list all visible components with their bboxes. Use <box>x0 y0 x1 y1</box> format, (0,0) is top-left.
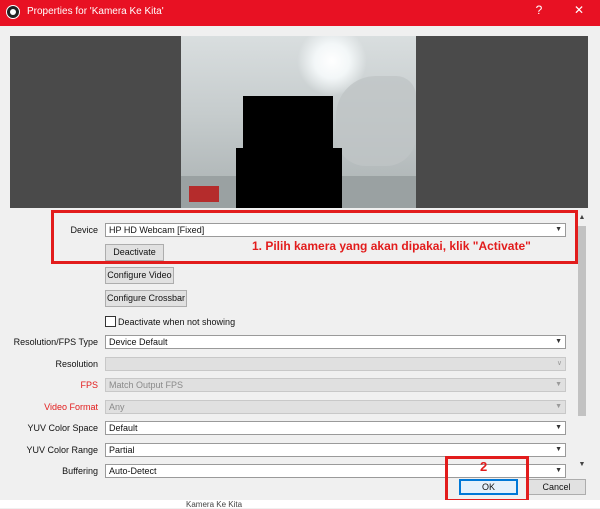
chevron-down-icon: ▼ <box>555 467 562 474</box>
resolution-label: Resolution <box>55 359 98 369</box>
chevron-down-icon: ▼ <box>555 381 562 388</box>
chevron-down-icon: ∨ <box>556 360 562 367</box>
buffering-value: Auto-Detect <box>109 466 157 476</box>
redaction-block-bottom <box>236 148 342 208</box>
video-format-value: Any <box>109 402 125 412</box>
configure-video-button[interactable]: Configure Video <box>105 267 174 284</box>
hand-shape <box>336 76 416 166</box>
scroll-down-icon[interactable]: ▼ <box>576 459 588 471</box>
annotation-box-device <box>51 210 578 264</box>
title-bar: Properties for 'Kamera Ke Kita' ? ✕ <box>0 0 600 26</box>
yuv-color-range-value: Partial <box>109 445 135 455</box>
deactivate-when-not-showing-label: Deactivate when not showing <box>118 317 236 327</box>
resolution-fps-type-label: Resolution/FPS Type <box>13 337 98 347</box>
chevron-down-icon: ▼ <box>555 403 562 410</box>
scroll-thumb[interactable] <box>578 226 586 416</box>
obs-app-icon <box>6 5 20 19</box>
yuv-color-space-label: YUV Color Space <box>27 423 98 433</box>
yuv-color-range-select[interactable]: Partial ▼ <box>105 443 566 457</box>
yuv-color-space-value: Default <box>109 423 138 433</box>
red-object <box>189 186 219 202</box>
chevron-down-icon: ▼ <box>555 446 562 453</box>
annotation-step2-text: 2 <box>480 459 488 474</box>
redaction-block-top <box>243 96 333 148</box>
fps-label: FPS <box>80 380 98 390</box>
video-format-select[interactable]: Any ▼ <box>105 400 566 414</box>
annotation-step1-text: 1. Pilih kamera yang akan dipakai, klik … <box>252 239 531 253</box>
resolution-combo[interactable]: ∨ <box>105 357 566 371</box>
fps-value: Match Output FPS <box>109 380 184 390</box>
close-button[interactable]: ✕ <box>568 3 590 17</box>
video-format-label: Video Format <box>44 402 98 412</box>
buffering-label: Buffering <box>62 466 98 476</box>
resolution-fps-type-value: Device Default <box>109 337 168 347</box>
resolution-fps-type-select[interactable]: Device Default ▼ <box>105 335 566 349</box>
window-title: Properties for 'Kamera Ke Kita' <box>27 6 164 17</box>
fps-select[interactable]: Match Output FPS ▼ <box>105 378 566 392</box>
deactivate-when-not-showing-checkbox[interactable] <box>105 316 116 327</box>
bottom-strip <box>0 500 600 508</box>
cancel-button[interactable]: Cancel <box>527 479 586 495</box>
chevron-down-icon: ▼ <box>555 424 562 431</box>
configure-crossbar-button[interactable]: Configure Crossbar <box>105 290 187 307</box>
yuv-color-range-label: YUV Color Range <box>26 445 98 455</box>
camera-preview-image <box>181 36 416 208</box>
help-button[interactable]: ? <box>528 3 550 17</box>
yuv-color-space-select[interactable]: Default ▼ <box>105 421 566 435</box>
chevron-down-icon: ▼ <box>555 338 562 345</box>
